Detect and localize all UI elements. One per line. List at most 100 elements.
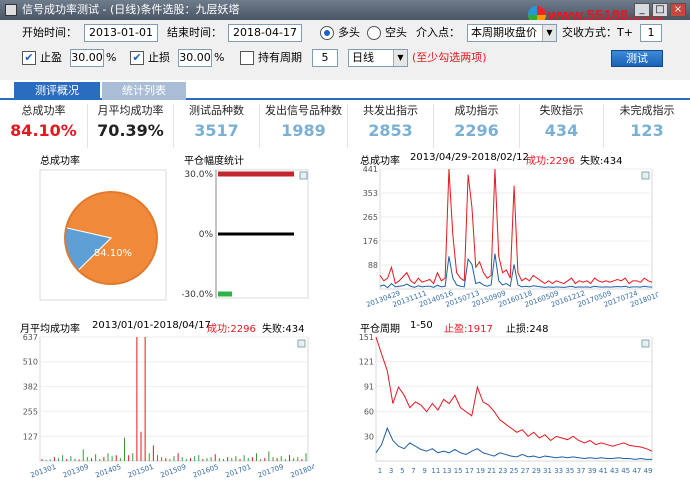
period-ytick: 30 [364, 432, 374, 441]
stop-loss-checkbox[interactable]: ✔ [130, 51, 144, 65]
monthly-range: 2013/01/01-2018/04/17 [92, 320, 211, 331]
chevron-down-icon: ▼ [393, 50, 407, 66]
stat-label: 共发出指示 [363, 104, 418, 117]
monthly-ytick: 255 [23, 407, 38, 416]
trade-days-input[interactable]: 1 [640, 24, 662, 42]
stat-card: 发出信号品种数 1989 [260, 104, 348, 148]
stop-loss-unit: % [214, 51, 225, 64]
maximize-button[interactable]: □ [652, 3, 668, 17]
monthly-xtick: 201804 [289, 463, 314, 480]
range-tick-label: 0% [199, 230, 214, 240]
stat-value: 70.39% [97, 121, 164, 140]
expand-icon [641, 171, 650, 180]
period-xtick: 9 [422, 467, 426, 475]
monthly-xtick: 201501 [127, 463, 155, 480]
pie-chart: 84.10% [39, 169, 167, 301]
start-date-input[interactable]: 2013-01-01 [84, 24, 158, 42]
period-xtick: 7 [411, 467, 415, 475]
overall-range: 2013/04/29-2018/02/12 [410, 152, 529, 163]
period-ytick: 151 [359, 333, 374, 342]
stat-card: 测试品种数 3517 [174, 104, 260, 148]
range-bar [218, 291, 232, 297]
hint-text: (至少勾选两项) [412, 51, 487, 64]
start-label: 开始时间： [22, 26, 77, 39]
monthly-ytick: 637 [23, 333, 38, 342]
range-bar [218, 171, 294, 177]
toolbar: 开始时间： 2013-01-01 结束时间： 2018-04-17 多头 空头 … [0, 20, 690, 80]
period-xtick: 25 [510, 467, 519, 475]
long-radio[interactable] [320, 26, 334, 40]
stat-value: 123 [630, 121, 664, 140]
stat-value: 84.10% [10, 121, 77, 140]
trade-label: 交收方式：T+ [562, 26, 633, 39]
overall-ytick: 176 [363, 237, 378, 246]
chevron-down-icon: ▼ [542, 25, 556, 41]
stat-card: 月平均成功率 70.39% [88, 104, 174, 148]
period-xtick: 23 [498, 467, 507, 475]
entry-select[interactable]: 本周期收盘价 ▼ [467, 24, 557, 42]
stop-loss-label: 止损 [148, 51, 170, 64]
tab-overview[interactable]: 测评概况 [14, 82, 100, 100]
period-ytick: 60 [364, 408, 374, 417]
stat-card: 未完成指示 123 [604, 104, 690, 148]
take-profit-checkbox[interactable]: ✔ [22, 51, 36, 65]
period-select[interactable]: 日线 ▼ [348, 49, 408, 67]
entry-select-value: 本周期收盘价 [471, 26, 537, 39]
close-button[interactable]: × [670, 3, 686, 17]
hold-period-input[interactable]: 5 [312, 49, 338, 67]
monthly-xtick: 201301 [29, 463, 57, 480]
period-xtick: 5 [400, 467, 404, 475]
end-label: 结束时间： [167, 26, 222, 39]
take-profit-input[interactable]: 30.00 [70, 49, 104, 67]
stat-value: 434 [544, 121, 579, 140]
monthly-ytick: 382 [23, 383, 38, 392]
monthly-xtick: 201709 [257, 463, 285, 480]
period-xtick: 49 [644, 467, 653, 475]
take-profit-unit: % [106, 51, 117, 64]
expand-icon [297, 339, 306, 348]
monthly-xtick: 201509 [159, 463, 187, 480]
stats-row: 总成功率 84.10% 月平均成功率 70.39% 测试品种数 3517 发出信号品种数 19… [0, 100, 690, 150]
monthly-xtick: 201701 [224, 463, 252, 480]
period-xtick: 1 [378, 467, 382, 475]
monthly-ytick: 127 [23, 432, 38, 441]
end-date-input[interactable]: 2018-04-17 [228, 24, 302, 42]
period-xtick: 3 [389, 467, 393, 475]
stat-label: 月平均成功率 [97, 104, 164, 117]
range-bar [218, 232, 294, 236]
stop-loss-input[interactable]: 30.00 [178, 49, 212, 67]
period-range: 1-50 [410, 320, 433, 331]
overall-ytick: 265 [363, 213, 378, 222]
entry-label: 介入点： [416, 26, 460, 39]
range-chart: 30.0% 0% -30.0% [182, 169, 309, 300]
pie-label: 84.10% [94, 248, 132, 259]
range-title: 平仓幅度统计 [184, 156, 244, 167]
stat-label: 失败指示 [539, 104, 584, 117]
stat-card: 共发出指示 2853 [348, 104, 434, 148]
hold-period-checkbox[interactable] [240, 51, 254, 65]
app-icon [5, 4, 17, 16]
stat-label: 未完成指示 [619, 104, 675, 117]
period-xtick: 11 [431, 467, 440, 475]
tab-stats-list[interactable]: 统计列表 [102, 82, 186, 100]
hold-period-label: 持有周期 [258, 51, 302, 64]
short-radio[interactable] [367, 26, 381, 40]
minimize-button[interactable]: _ [634, 3, 650, 17]
period-chart: 3060911211511 3 5 7 9 11 13 15 17 19 21 23 25 27 29 31 3… [359, 333, 653, 475]
monthly-xtick: 201309 [62, 463, 90, 480]
period-xtick: 43 [610, 467, 619, 475]
monthly-xtick: 201405 [94, 463, 122, 480]
period-xtick: 45 [621, 467, 630, 475]
monthly-ytick: 510 [23, 358, 38, 367]
monthly-xtick: 201605 [192, 463, 220, 480]
period-xtick: 27 [521, 467, 530, 475]
overall-panel: 总成功率 2013/04/29-2018/02/12 成功:2296 失败:43… [358, 150, 658, 315]
stat-label: 成功指示 [454, 104, 499, 117]
overall-ytick: 441 [363, 165, 378, 174]
period-xtick: 35 [565, 467, 574, 475]
stat-label: 总成功率 [21, 104, 66, 117]
test-button[interactable]: 测试 [611, 50, 663, 67]
monthly-panel: 月平均成功率 2013/01/01-2018/04/17 成功:2296 失败:… [14, 318, 314, 488]
period-xtick: 21 [487, 467, 496, 475]
expand-icon [641, 339, 650, 348]
